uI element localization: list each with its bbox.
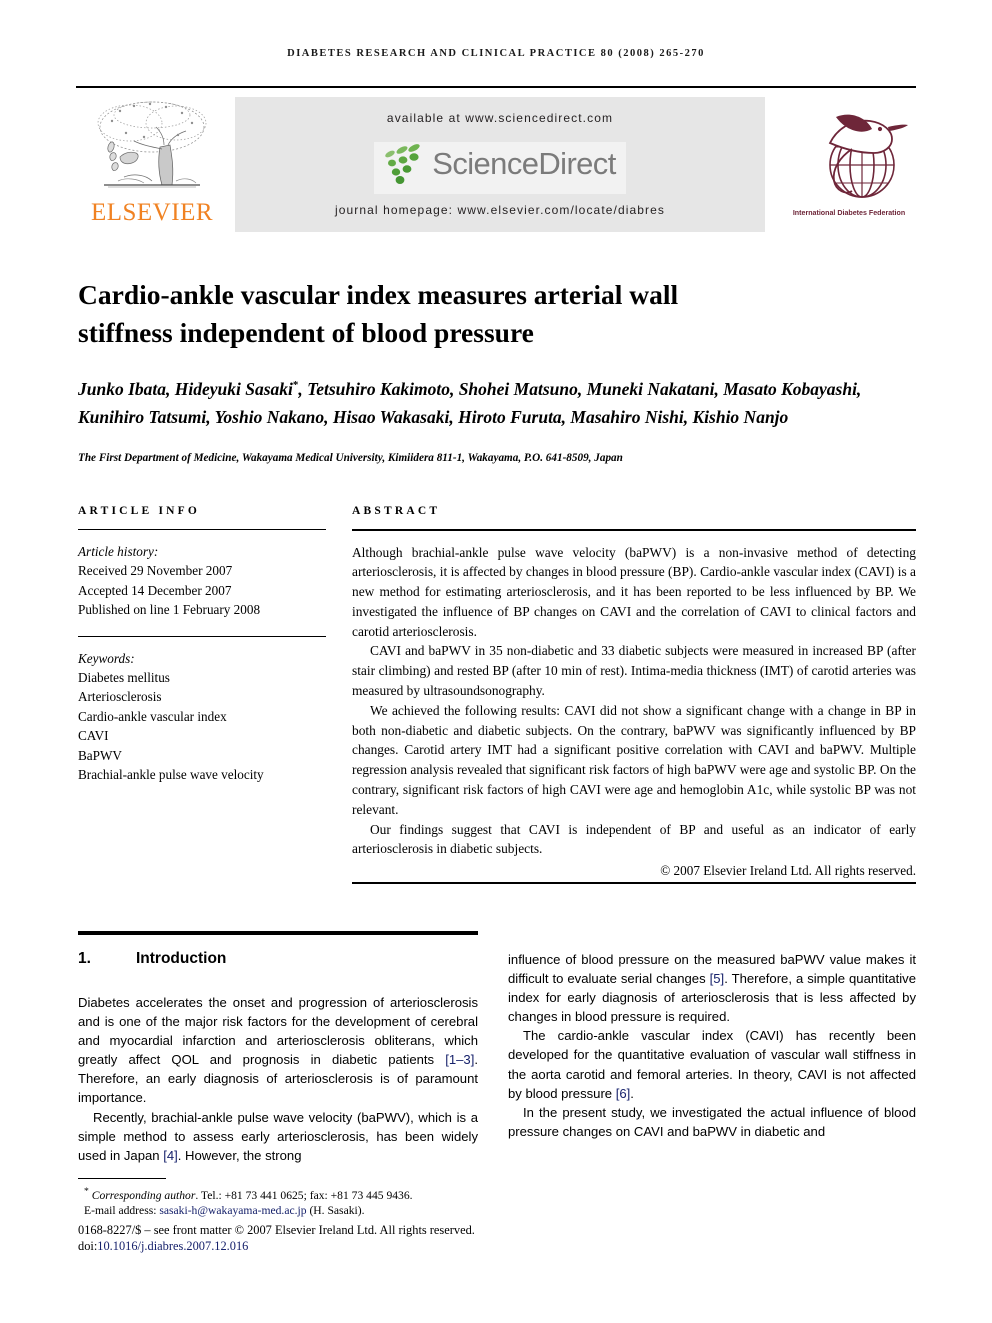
keyword-item: Brachial-ankle pulse wave velocity [78, 767, 264, 783]
header-rule [76, 86, 916, 88]
available-at-text: available at www.sciencedirect.com [386, 111, 614, 125]
article-info-column: ARTICLE INFO Article history: Received 2… [78, 505, 326, 784]
article-info-heading: ARTICLE INFO [78, 505, 201, 517]
email-attribution: (H. Sasaki). [309, 1204, 365, 1218]
keywords-block: Keywords: Diabetes mellitus Arterioscler… [78, 649, 326, 785]
article-history-item: Received 29 November 2007 [78, 563, 233, 579]
article-history-label: Article history: [78, 544, 159, 559]
idf-logo: International Diabetes Federation [782, 97, 916, 233]
body-column-left: Diabetes accelerates the onset and progr… [78, 993, 478, 1165]
section-heading-introduction: 1. Introduction [78, 950, 478, 968]
paragraph-text: . [630, 1085, 634, 1101]
publisher-banner: ELSEVIER available at www.sciencedirect.… [76, 95, 916, 235]
abstract-paragraph: Although brachial-ankle pulse wave veloc… [352, 544, 916, 639]
section-number: 1. [78, 950, 91, 967]
footnote-marker: * [84, 1186, 89, 1197]
doi-link[interactable]: 10.1016/j.diabres.2007.12.016 [97, 1239, 248, 1253]
corresponding-author-label: Corresponding author [91, 1188, 196, 1202]
idf-caption: International Diabetes Federation [792, 209, 906, 217]
paragraph-text: Diabetes accelerates the onset and progr… [78, 995, 478, 1068]
article-history-item: Accepted 14 December 2007 [78, 582, 232, 598]
keyword-item: BaPWV [78, 747, 122, 763]
body-paragraph: In the present study, we investigated th… [508, 1103, 916, 1141]
abstract-paragraph: We achieved the following results: CAVI … [352, 702, 916, 817]
keyword-item: Arteriosclerosis [78, 689, 162, 705]
keywords-separator-rule [78, 635, 326, 637]
elsevier-logo: ELSEVIER [76, 97, 224, 235]
sciencedirect-logo: ScienceDirect [235, 142, 765, 194]
paragraph-text: In the present study, we investigated th… [508, 1104, 916, 1139]
elsevier-tree-icon [90, 97, 214, 199]
author-list: Junko Ibata, Hideyuki Sasaki*, Tetsuhiro… [78, 371, 878, 431]
paragraph-text: . However, the strong [177, 1147, 302, 1163]
journal-article-page: DIABETES RESEARCH AND CLINICAL PRACTICE … [0, 0, 992, 1323]
issn-front-matter: 0168-8227/$ – see front matter © 2007 El… [78, 1223, 475, 1237]
imprint-block: 0168-8227/$ – see front matter © 2007 El… [78, 1222, 578, 1255]
footnote-block: * Corresponding author. Tel.: +81 73 441… [78, 1184, 498, 1219]
abstract-paragraph: Our findings suggest that CAVI is indepe… [352, 821, 916, 857]
affiliation: The First Department of Medicine, Wakaya… [78, 452, 623, 464]
abstract-copyright: © 2007 Elsevier Ireland Ltd. All rights … [660, 863, 916, 879]
sciencedirect-band: available at www.sciencedirect.com Scien… [235, 97, 765, 232]
body-paragraph: Diabetes accelerates the onset and progr… [78, 993, 478, 1108]
author-names-first: Junko Ibata, Hideyuki Sasaki [78, 378, 293, 399]
article-info-rule [78, 529, 326, 530]
section-rule [78, 931, 478, 935]
sciencedirect-leaves-icon [378, 142, 432, 186]
article-history-block: Article history: Received 29 November 20… [78, 542, 326, 620]
article-history-item: Published on line 1 February 2008 [78, 602, 261, 618]
page-title: Cardio-ankle vascular index measures art… [78, 279, 679, 349]
keywords-label: Keywords: [78, 650, 135, 666]
elsevier-wordmark: ELSEVIER [90, 199, 214, 226]
keyword-item: Diabetes mellitus [78, 670, 170, 686]
journal-homepage-text: journal homepage: www.elsevier.com/locat… [334, 203, 666, 217]
doi-label: doi: [78, 1239, 98, 1254]
email-label: E-mail address: [84, 1204, 157, 1218]
body-column-right: influence of blood pressure on the measu… [508, 950, 916, 1141]
running-head: DIABETES RESEARCH AND CLINICAL PRACTICE … [287, 48, 705, 59]
email-link[interactable]: sasaki-h@wakayama-med.ac.jp [159, 1204, 306, 1217]
abstract-body: Although brachial-ankle pulse wave veloc… [352, 543, 916, 882]
doi-line: doi:10.1016/j.diabres.2007.12.016 [78, 1238, 578, 1254]
corresponding-author-note: * Corresponding author. Tel.: +81 73 441… [78, 1184, 498, 1203]
section-title: Introduction [136, 950, 227, 967]
keyword-item: CAVI [78, 728, 109, 744]
body-paragraph: The cardio-ankle vascular index (CAVI) h… [508, 1026, 916, 1102]
paragraph-text: The cardio-ankle vascular index (CAVI) h… [508, 1028, 916, 1101]
abstract-rule [352, 529, 916, 531]
body-paragraph: Recently, brachial-ankle pulse wave velo… [78, 1108, 478, 1165]
abstract-paragraph: CAVI and baPWV in 35 non-diabetic and 33… [352, 643, 916, 699]
corresponding-author-contact: . Tel.: +81 73 441 0625; fax: +81 73 445… [195, 1188, 413, 1202]
sciencedirect-wordmark: ScienceDirect [432, 146, 616, 181]
abstract-heading: ABSTRACT [352, 505, 441, 517]
idf-bird-globe-icon [792, 97, 908, 209]
abstract-column: ABSTRACT Although brachial-ankle pulse w… [352, 505, 916, 881]
citation-ref[interactable]: [4] [163, 1148, 178, 1163]
citation-ref[interactable]: [6] [616, 1086, 631, 1101]
citation-ref[interactable]: [1–3] [445, 1052, 474, 1067]
keyword-item: Cardio-ankle vascular index [78, 708, 227, 724]
body-paragraph: influence of blood pressure on the measu… [508, 950, 916, 1026]
abstract-bottom-rule [352, 882, 916, 884]
citation-ref[interactable]: [5] [710, 971, 725, 986]
email-note: E-mail address: sasaki-h@wakayama-med.ac… [78, 1203, 498, 1219]
footnote-rule [78, 1178, 166, 1179]
